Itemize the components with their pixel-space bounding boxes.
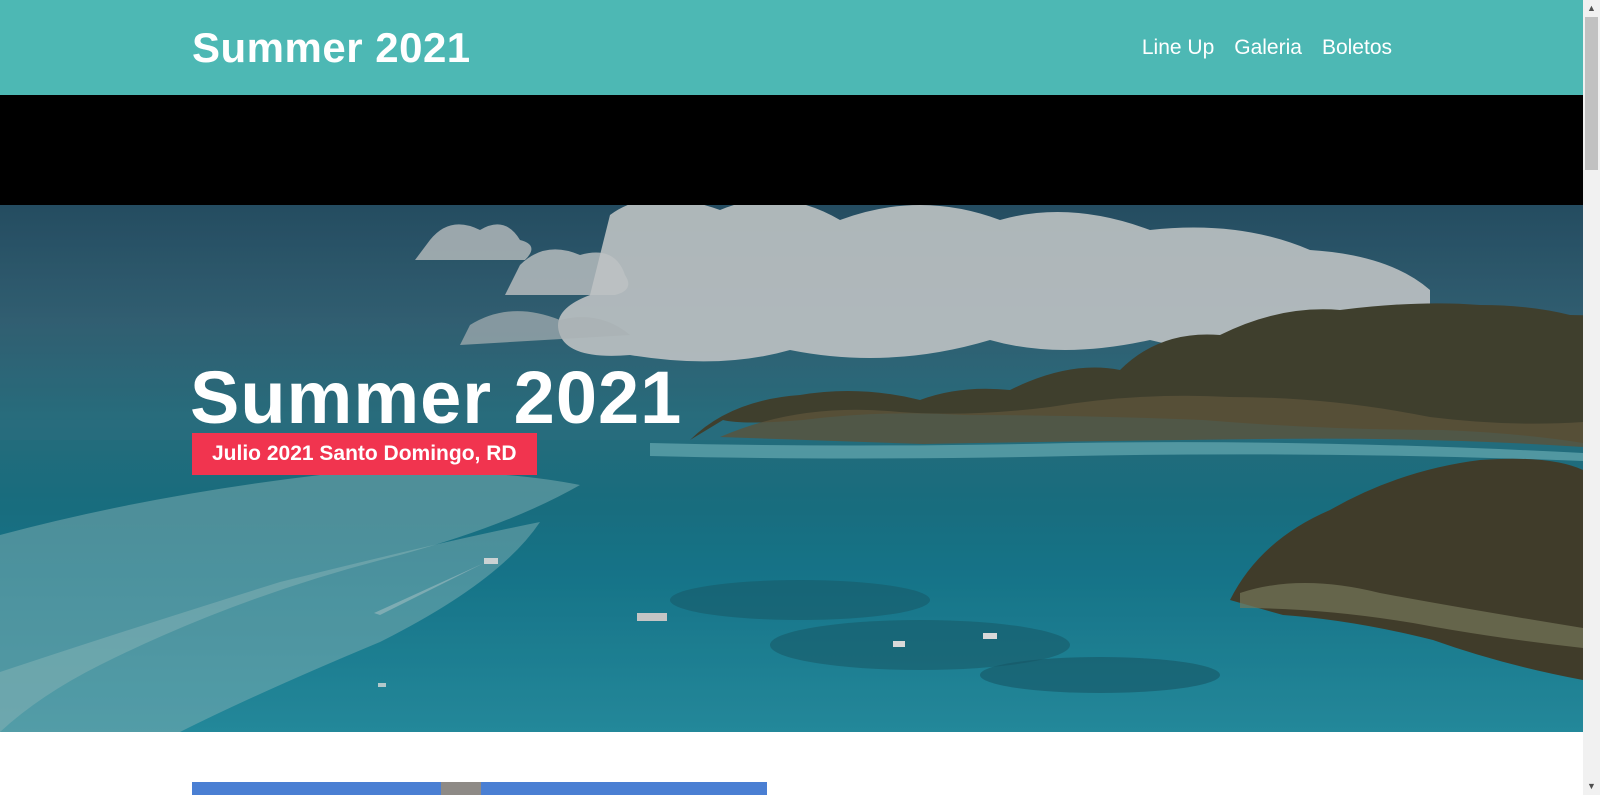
hero-section: Summer 2021 Julio 2021 Santo Domingo, RD (0, 205, 1583, 732)
building-icon (441, 782, 481, 795)
scroll-down-arrow-icon[interactable]: ▼ (1583, 778, 1600, 795)
scroll-up-arrow-icon[interactable]: ▲ (1583, 0, 1600, 17)
content-image (192, 782, 767, 795)
main-nav: Line Up Galeria Boletos (1142, 32, 1392, 64)
scrollbar-thumb[interactable] (1585, 17, 1598, 170)
nav-link-boletos[interactable]: Boletos (1322, 32, 1392, 64)
hero-title: Summer 2021 (190, 356, 683, 439)
site-logo[interactable]: Summer 2021 (192, 22, 471, 74)
hero-date-location-badge: Julio 2021 Santo Domingo, RD (192, 433, 537, 475)
nav-link-galeria[interactable]: Galeria (1234, 32, 1302, 64)
video-letterbox (0, 95, 1583, 205)
page: Summer 2021 Line Up Galeria Boletos Summ… (0, 0, 1583, 795)
site-header: Summer 2021 Line Up Galeria Boletos (0, 0, 1583, 95)
nav-link-line-up[interactable]: Line Up (1142, 32, 1214, 64)
vertical-scrollbar[interactable]: ▲ ▼ (1583, 0, 1600, 795)
